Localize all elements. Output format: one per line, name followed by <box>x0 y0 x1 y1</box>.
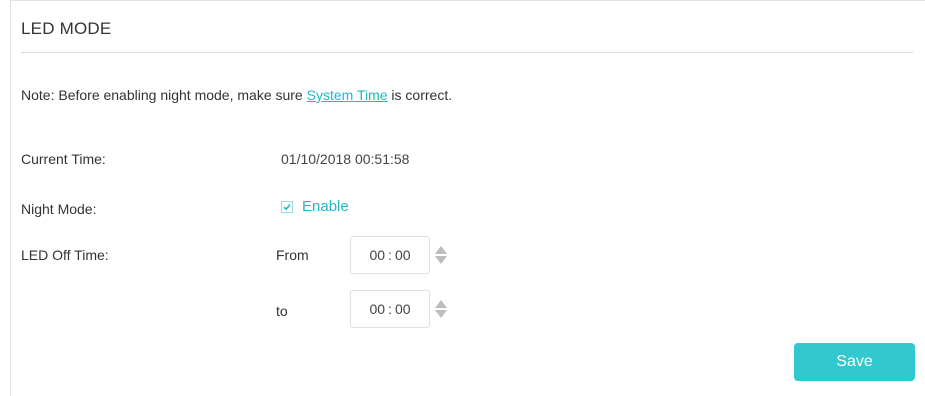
night-mode-checkbox[interactable] <box>281 200 293 213</box>
title-divider <box>21 52 913 53</box>
caret-down-icon[interactable] <box>435 256 447 264</box>
from-hours[interactable]: 00 <box>369 247 385 263</box>
caret-up-icon[interactable] <box>435 300 447 308</box>
to-time-input[interactable]: 00 : 00 <box>350 290 430 328</box>
caret-up-icon[interactable] <box>435 246 447 254</box>
caret-down-icon[interactable] <box>435 310 447 318</box>
night-mode-enable-toggle[interactable]: Enable <box>281 198 349 215</box>
save-button[interactable]: Save <box>794 343 915 381</box>
to-hours[interactable]: 00 <box>369 301 385 317</box>
from-time-spinner[interactable] <box>435 239 447 271</box>
current-time-value: 01/10/2018 00:51:58 <box>281 151 410 167</box>
led-off-time-label: LED Off Time: <box>21 247 109 263</box>
from-time-separator: : <box>388 247 392 263</box>
to-minutes[interactable]: 00 <box>395 301 411 317</box>
to-label: to <box>276 303 288 319</box>
from-minutes[interactable]: 00 <box>395 247 411 263</box>
section-title: LED MODE <box>21 19 112 38</box>
note-prefix: Note: Before enabling night mode, make s… <box>21 87 307 103</box>
system-time-link[interactable]: System Time <box>307 87 388 103</box>
current-time-label: Current Time: <box>21 151 106 167</box>
note-suffix: is correct. <box>387 87 453 103</box>
to-time-separator: : <box>388 301 392 317</box>
from-label: From <box>276 247 309 263</box>
night-mode-label: Night Mode: <box>21 201 97 217</box>
to-time-spinner[interactable] <box>435 293 447 325</box>
note-text: Note: Before enabling night mode, make s… <box>21 87 452 103</box>
night-mode-enable-label: Enable <box>302 198 349 215</box>
from-time-input[interactable]: 00 : 00 <box>350 236 430 274</box>
check-icon <box>283 203 291 210</box>
led-mode-panel: LED MODE Note: Before enabling night mod… <box>10 0 925 396</box>
